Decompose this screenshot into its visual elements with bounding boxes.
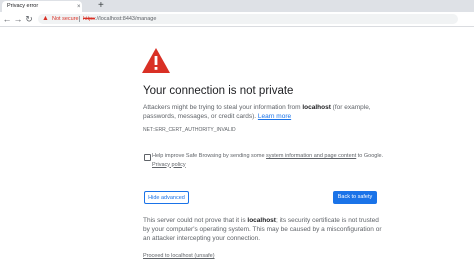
forward-icon[interactable]: → bbox=[13, 14, 23, 24]
page-title: Your connection is not private bbox=[143, 85, 294, 97]
browser-toolbar: ← → ↻ ▲ Not secure https://localhost:844… bbox=[0, 12, 474, 27]
learn-more-link[interactable]: Learn more bbox=[258, 113, 291, 120]
description: Attackers might be trying to steal your … bbox=[143, 103, 388, 121]
hide-advanced-button[interactable]: Hide advanced bbox=[144, 191, 189, 204]
address-bar[interactable]: ▲ Not secure https://localhost:8443/mana… bbox=[38, 14, 458, 24]
url-rest: ://localhost:8443/manage bbox=[94, 16, 157, 22]
back-icon[interactable]: ← bbox=[2, 14, 12, 24]
safe-browsing-text: Help improve Safe Browsing by sending so… bbox=[152, 153, 267, 159]
reload-icon[interactable]: ↻ bbox=[24, 14, 34, 24]
proceed-link[interactable]: Proceed to localhost (unsafe) bbox=[143, 253, 215, 259]
details-host: localhost bbox=[247, 217, 276, 224]
new-tab-icon[interactable]: + bbox=[98, 1, 108, 11]
warning-triangle-icon bbox=[142, 48, 170, 73]
privacy-policy-link[interactable]: Privacy policy bbox=[152, 162, 186, 168]
warning-icon[interactable]: ▲ bbox=[42, 15, 50, 23]
divider bbox=[79, 16, 80, 22]
tab-privacy-error[interactable]: Privacy error × bbox=[2, 1, 82, 12]
description-text: Attackers might be trying to steal your … bbox=[143, 104, 303, 111]
tab-strip: Privacy error × + bbox=[0, 0, 474, 12]
safe-browsing-label: Help improve Safe Browsing by sending so… bbox=[152, 152, 392, 169]
not-secure-label[interactable]: Not secure bbox=[52, 14, 79, 24]
url-scheme: https bbox=[83, 16, 95, 22]
safe-browsing-checkbox[interactable] bbox=[144, 154, 151, 161]
description-host: localhost bbox=[302, 104, 331, 111]
error-code: NET::ERR_CERT_AUTHORITY_INVALID bbox=[143, 127, 236, 133]
url-text[interactable]: https://localhost:8443/manage bbox=[83, 14, 156, 24]
close-icon[interactable]: × bbox=[77, 4, 83, 10]
details-text-1: This server could not prove that it is bbox=[143, 217, 248, 224]
details-text: This server could not prove that it is l… bbox=[143, 216, 383, 243]
safe-browsing-text-2: to Google. bbox=[356, 153, 384, 159]
system-info-link[interactable]: system information and page content bbox=[266, 153, 356, 159]
tab-title: Privacy error bbox=[7, 3, 39, 9]
back-to-safety-button[interactable]: Back to safety bbox=[333, 191, 377, 204]
